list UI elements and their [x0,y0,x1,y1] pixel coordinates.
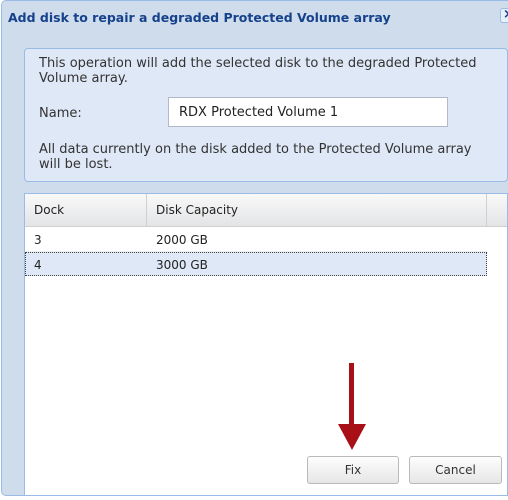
table-row[interactable]: 3 2000 GB [25,228,487,252]
data-loss-warning: All data currently on the disk added to … [39,142,472,172]
fix-button[interactable]: Fix [307,456,399,484]
column-header-dock[interactable]: Dock [25,194,147,226]
arrow-head [338,424,366,450]
dialog-titlebar[interactable]: Add disk to repair a degraded Protected … [2,1,508,35]
arrow-shaft [349,363,354,425]
name-field[interactable] [168,97,448,127]
close-button[interactable]: × [500,7,508,23]
dialog-title: Add disk to repair a degraded Protected … [8,10,391,25]
close-icon: × [503,7,508,22]
info-panel: This operation will add the selected dis… [24,48,508,182]
table-row-selected[interactable]: 4 3000 GB [25,252,487,276]
dock-cell: 4 [34,258,42,272]
capacity-cell: 2000 GB [156,233,208,247]
column-header-disk-capacity[interactable]: Disk Capacity [147,194,487,226]
operation-description: This operation will add the selected dis… [39,56,477,86]
dock-cell: 3 [34,233,42,247]
capacity-cell: 3000 GB [156,258,208,272]
cancel-button[interactable]: Cancel [409,456,502,484]
grid-header: Dock Disk Capacity [25,194,507,227]
disk-grid: Dock Disk Capacity 3 2000 GB 4 3000 GB [24,193,508,496]
name-label: Name: [39,106,82,121]
